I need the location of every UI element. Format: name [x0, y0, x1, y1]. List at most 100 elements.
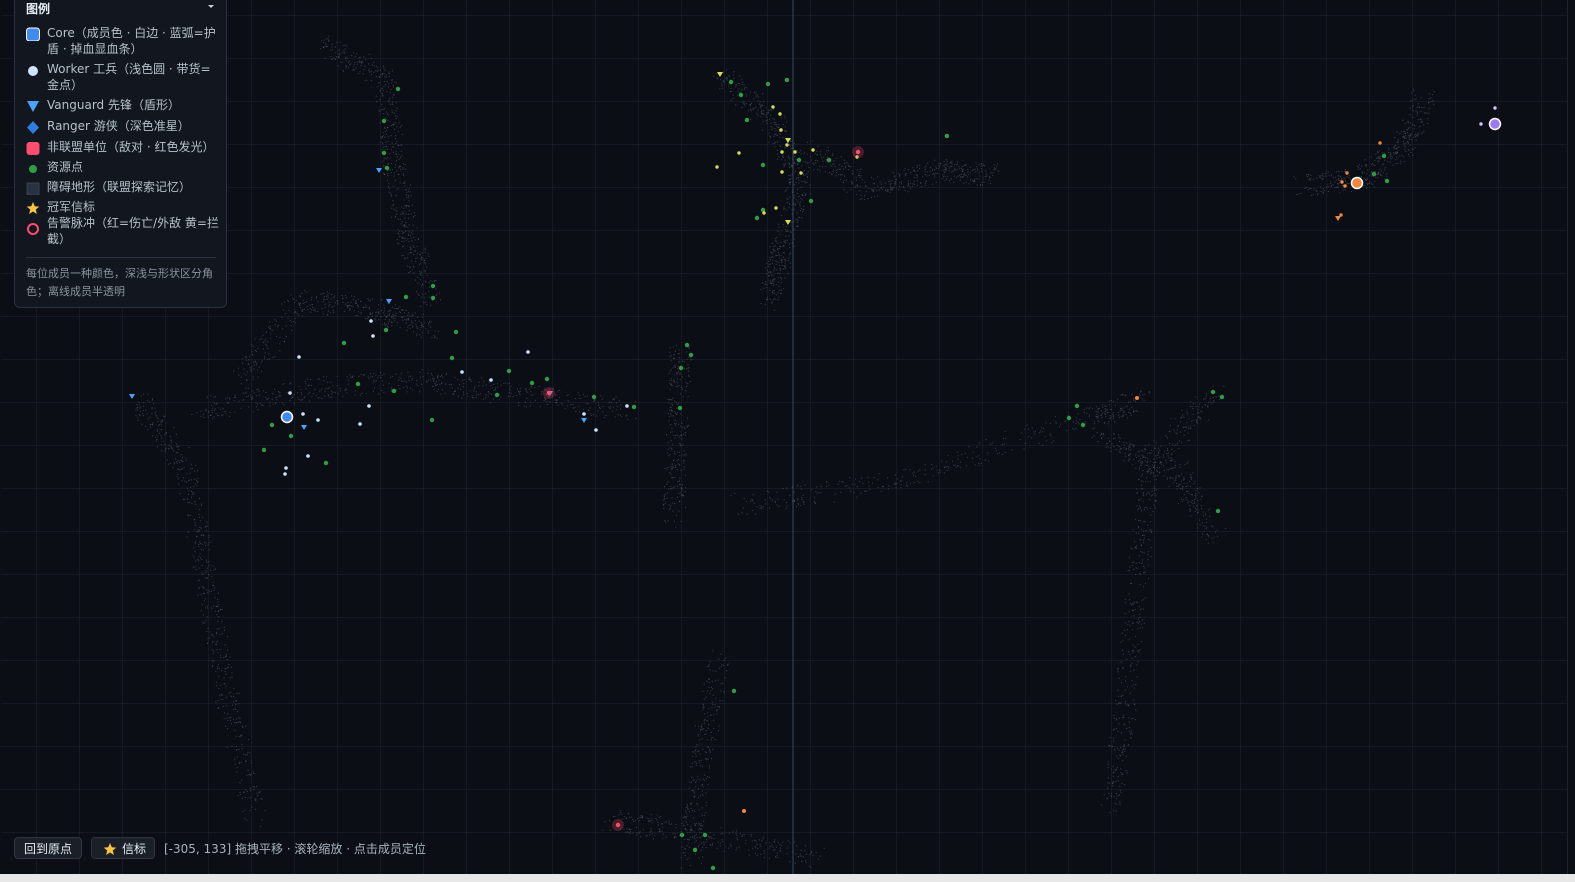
map-canvas[interactable] [1, 0, 1567, 874]
terrain-speck [424, 280, 426, 282]
terrain-speck [437, 375, 439, 377]
terrain-speck [396, 82, 398, 84]
terrain-speck [343, 45, 345, 47]
terrain-speck [830, 161, 832, 163]
terrain-speck [1176, 429, 1179, 431]
terrain-speck [509, 382, 511, 384]
terrain-speck [345, 388, 347, 390]
terrain-speck [684, 427, 686, 429]
terrain-speck [983, 181, 985, 183]
terrain-speck [408, 272, 410, 274]
terrain-speck [711, 707, 713, 709]
terrain-speck [1113, 714, 1115, 717]
terrain-speck [1112, 740, 1114, 742]
terrain-speck [287, 299, 289, 302]
terrain-speck [420, 324, 423, 326]
terrain-speck [800, 149, 802, 152]
terrain-speck [850, 166, 852, 168]
terrain-speck [387, 175, 389, 177]
terrain-speck [944, 175, 946, 177]
terrain-speck [541, 391, 543, 393]
terrain-speck [195, 541, 197, 543]
terrain-speck [694, 841, 696, 843]
terrain-speck [350, 376, 352, 378]
terrain-speck [669, 382, 671, 384]
terrain-speck [1206, 526, 1208, 528]
terrain-speck [691, 762, 693, 765]
terrain-speck [1378, 160, 1380, 162]
alliance-map[interactable] [1, 0, 1568, 874]
terrain-speck [1223, 385, 1225, 388]
terrain-speck [187, 480, 189, 482]
terrain-speck [151, 423, 153, 425]
terrain-speck [799, 504, 801, 506]
terrain-speck [984, 176, 986, 178]
terrain-speck [414, 312, 416, 314]
terrain-speck [383, 113, 385, 115]
terrain-speck [282, 328, 284, 330]
terrain-speck [283, 404, 285, 406]
terrain-speck [419, 272, 421, 274]
terrain-speck [413, 272, 415, 274]
terrain-speck [888, 485, 890, 487]
terrain-speck [719, 88, 721, 90]
terrain-speck [682, 816, 684, 819]
terrain-speck [411, 248, 413, 250]
terrain-speck [957, 175, 959, 177]
terrain-speck [287, 317, 289, 319]
terrain-speck [356, 314, 358, 317]
terrain-speck [377, 69, 379, 71]
terrain-speck [406, 387, 408, 389]
terrain-speck [481, 377, 483, 379]
terrain-speck [1139, 613, 1141, 615]
terrain-speck [211, 659, 214, 661]
terrain-speck [1366, 173, 1368, 175]
terrain-speck [422, 325, 424, 328]
terrain-speck [226, 705, 228, 707]
terrain-speck [186, 487, 188, 489]
terrain-speck [264, 810, 266, 812]
terrain-speck [163, 415, 165, 417]
terrain-speck [774, 146, 776, 148]
terrain-speck [428, 281, 430, 284]
terrain-speck [1185, 497, 1187, 499]
terrain-speck [473, 387, 476, 390]
terrain-speck [1145, 457, 1147, 459]
terrain-speck [611, 402, 613, 404]
terrain-speck [200, 593, 202, 595]
terrain-speck [324, 39, 326, 41]
terrain-speck [817, 169, 819, 171]
terrain-speck [373, 381, 375, 383]
terrain-speck [1369, 174, 1371, 176]
terrain-speck [1428, 112, 1430, 114]
terrain-speck [837, 483, 839, 485]
terrain-speck [828, 484, 830, 486]
terrain-speck [1176, 432, 1178, 434]
terrain-speck [750, 500, 752, 502]
terrain-speck [1119, 754, 1121, 756]
terrain-speck [1412, 154, 1414, 156]
terrain-speck [209, 591, 211, 593]
terrain-speck [1322, 178, 1324, 180]
terrain-speck [370, 73, 372, 75]
terrain-speck [254, 799, 256, 802]
terrain-speck [681, 490, 683, 492]
terrain-speck [1130, 718, 1132, 720]
terrain-speck [704, 718, 706, 720]
terrain-speck [291, 330, 293, 332]
terrain-speck [1341, 177, 1343, 180]
terrain-speck [765, 107, 767, 109]
terrain-speck [276, 396, 278, 398]
terrain-speck [1117, 695, 1120, 697]
terrain-speck [187, 514, 189, 516]
terrain-speck [175, 451, 178, 453]
terrain-speck [938, 165, 940, 167]
terrain-speck [674, 485, 676, 488]
terrain-speck [1119, 447, 1122, 449]
terrain-speck [1114, 749, 1116, 751]
terrain-speck [213, 585, 215, 587]
terrain-speck [671, 399, 673, 401]
terrain-speck [773, 284, 775, 286]
terrain-speck [1104, 409, 1106, 411]
terrain-speck [1140, 488, 1142, 490]
